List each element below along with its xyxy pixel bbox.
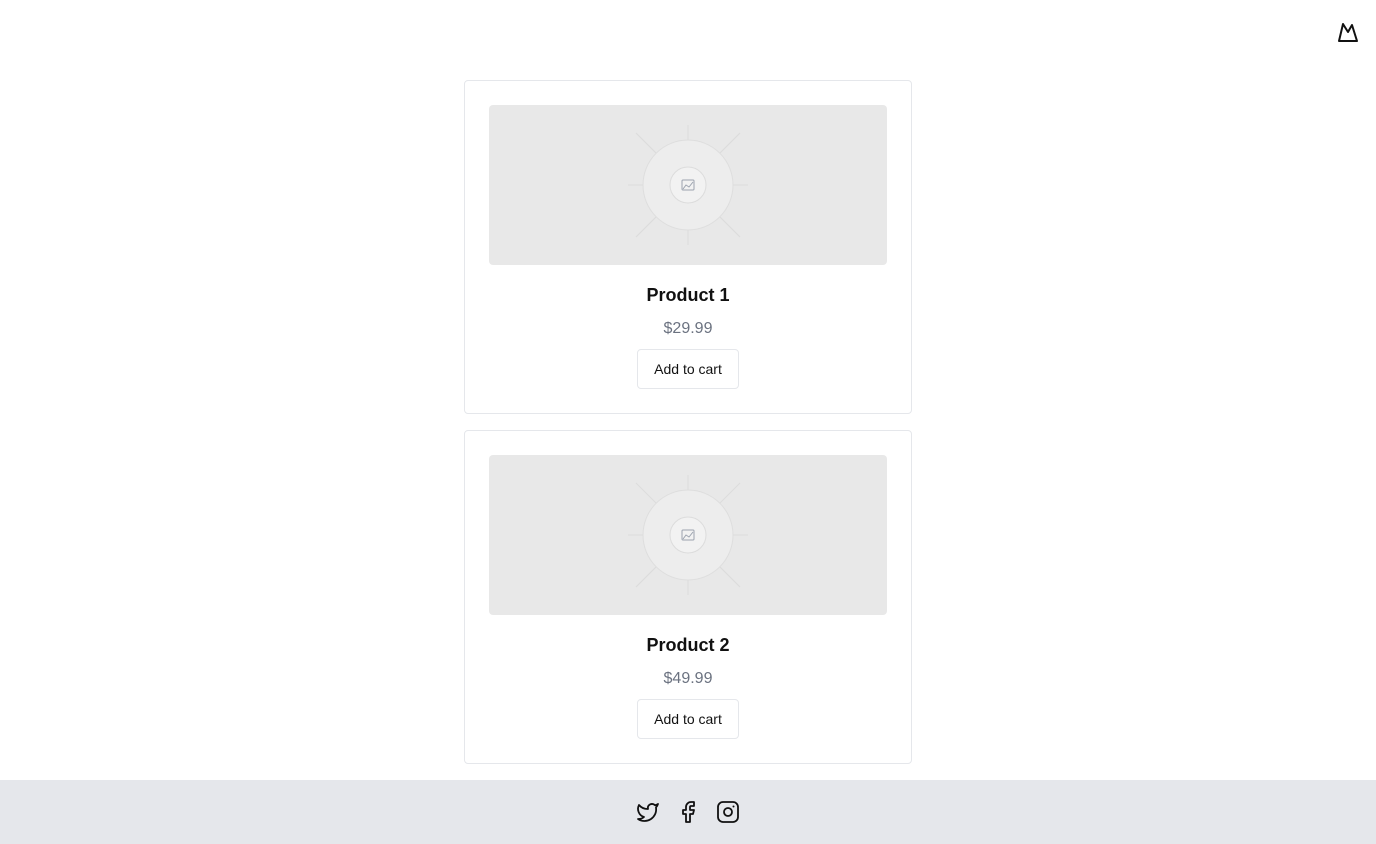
twitter-icon[interactable] (636, 800, 660, 824)
product-card: Product 1 $29.99 Add to cart (464, 80, 912, 414)
product-card: Product 2 $49.99 Add to cart (464, 430, 912, 764)
footer (0, 780, 1376, 844)
product-price: $49.99 (663, 670, 713, 687)
mountain-logo-icon[interactable] (1336, 20, 1360, 44)
instagram-icon[interactable] (716, 800, 740, 824)
add-to-cart-button[interactable]: Add to cart (637, 699, 739, 739)
facebook-icon[interactable] (676, 800, 700, 824)
add-to-cart-button[interactable]: Add to cart (637, 349, 739, 389)
product-list: Product 1 $29.99 Add to cart Product 2 $… (464, 80, 912, 780)
image-placeholder-icon (628, 475, 748, 595)
product-name: Product 1 (646, 285, 730, 305)
product-name: Product 2 (646, 635, 730, 655)
product-image (489, 455, 887, 615)
product-image (489, 105, 887, 265)
image-placeholder-icon (628, 125, 748, 245)
product-price: $29.99 (663, 320, 713, 337)
